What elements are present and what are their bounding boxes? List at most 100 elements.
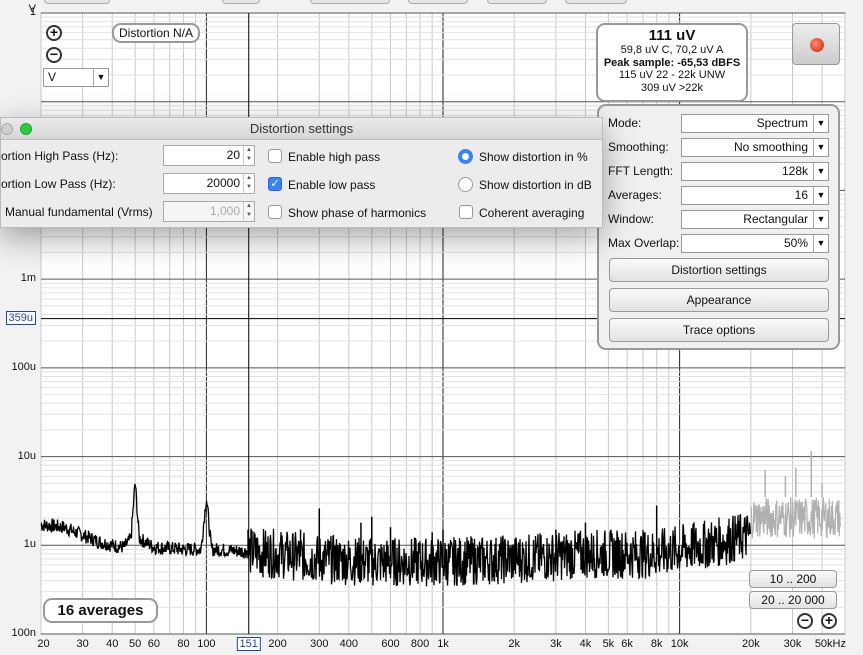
top-toolbar-button-3[interactable] (310, 0, 390, 4)
y-tick-label: 1u (23, 538, 36, 551)
fundamental-input[interactable]: 1,000 ▲ ▼ (163, 201, 255, 222)
range-20-20000-button[interactable]: 20 .. 20 000 (749, 591, 837, 609)
enable-low-pass-label: Enable low pass (288, 178, 376, 192)
x-tick-label: 100 (197, 638, 216, 650)
zoom-icon[interactable] (20, 123, 32, 135)
zoom-out-y-icon[interactable]: − (46, 47, 62, 63)
x-tick-label: 3k (550, 638, 562, 650)
y-tick-label: 100u (11, 360, 36, 373)
minimize-icon[interactable] (1, 123, 13, 135)
fundamental-value: 1,000 (209, 204, 240, 218)
x-tick-label: 80 (177, 638, 190, 650)
enable-high-pass-checkbox[interactable] (268, 149, 282, 163)
record-button[interactable] (792, 23, 840, 65)
max-overlap-value: 50% (783, 236, 808, 250)
chevron-down-icon: ▼ (813, 115, 828, 132)
window-row: Window: Rectangular ▼ (608, 210, 830, 229)
x-tick-label: 8k (650, 638, 663, 650)
show-phase-checkbox[interactable] (268, 205, 282, 219)
mode-value: Spectrum (756, 116, 808, 130)
chevron-down-icon: ▼ (813, 139, 828, 156)
fft-length-select[interactable]: 128k ▼ (681, 162, 829, 181)
top-toolbar-button-6[interactable] (565, 0, 627, 4)
zoom-in-y-icon[interactable]: + (46, 25, 62, 41)
low-pass-label: ortion Low Pass (Hz): (1, 177, 116, 191)
x-tick-label: 50 (129, 638, 142, 650)
top-toolbar-button-4[interactable] (408, 0, 468, 4)
high-pass-input[interactable]: 20 ▲ ▼ (163, 145, 255, 166)
averages-badge: 16 averages (43, 598, 158, 623)
top-toolbar-button-5[interactable] (487, 0, 547, 4)
smoothing-label: Smoothing: (608, 140, 669, 154)
y-tick-label: 10u (17, 449, 36, 462)
y-cursor-label: 359u (4, 310, 36, 325)
window-select[interactable]: Rectangular ▼ (681, 210, 829, 229)
x-tick-label: 30 (76, 638, 89, 650)
trace-options-button[interactable]: Trace options (609, 318, 829, 342)
x-tick-label: 20 (37, 638, 50, 650)
window-value: Rectangular (743, 212, 808, 226)
readout-line3: 115 uV 22 - 22k UNW (618, 69, 726, 81)
chevron-down-icon: ▼ (813, 163, 828, 180)
settings-panel: Mode: Spectrum ▼ Smoothing: No smoothing ▼… (597, 104, 840, 350)
top-toolbar-button-2[interactable] (222, 0, 260, 4)
mode-row: Mode: Spectrum ▼ (608, 114, 830, 133)
dialog-titlebar[interactable]: Distortion settings (1, 118, 602, 140)
top-toolbar-button-1[interactable] (44, 0, 110, 4)
x-tick-label: 60 (147, 638, 161, 650)
max-overlap-select[interactable]: 50% ▼ (681, 234, 829, 253)
distortion-settings-button[interactable]: Distortion settings (609, 258, 829, 282)
fundamental-label: Manual fundamental (Vrms) (5, 205, 153, 219)
mode-select[interactable]: Spectrum ▼ (681, 114, 829, 133)
stepper-icon[interactable]: ▲ ▼ (243, 146, 254, 165)
max-overlap-row: Max Overlap: 50% ▼ (608, 234, 830, 253)
coherent-averaging-checkbox[interactable] (459, 205, 473, 219)
averages-value: 16 (794, 188, 808, 202)
x-tick-label: 800 (410, 638, 430, 650)
averages-row: Averages: 16 ▼ (608, 186, 830, 205)
smoothing-select[interactable]: No smoothing ▼ (681, 138, 829, 157)
x-tick-label: 40 (106, 638, 119, 650)
readout-main: 111 uV (648, 27, 696, 44)
low-pass-input[interactable]: 20000 ▲ ▼ (163, 173, 255, 194)
x-tick-label: 600 (381, 638, 400, 650)
x-tick-label: 1k (437, 638, 449, 650)
enable-high-pass-label: Enable high pass (288, 150, 381, 164)
stepper-icon[interactable]: ▲ ▼ (243, 174, 254, 193)
low-pass-value: 20000 (206, 176, 240, 190)
x-tick-label: 10k (670, 638, 689, 650)
chevron-down-icon: ▼ (813, 235, 828, 252)
high-pass-value: 20 (226, 148, 240, 162)
y-tick-label: 1m (20, 272, 36, 285)
coherent-averaging-label: Coherent averaging (479, 206, 585, 220)
appearance-button[interactable]: Appearance (609, 288, 829, 312)
distortion-percent-label: Show distortion in % (479, 150, 588, 164)
high-pass-label: ortion High Pass (Hz): (1, 149, 119, 163)
x-tick-label: 5k (602, 638, 615, 650)
stepper-icon[interactable]: ▲ ▼ (243, 202, 254, 221)
unit-select[interactable]: V ▼ (43, 68, 109, 87)
averages-select[interactable]: 16 ▼ (681, 186, 829, 205)
zoom-in-x-icon[interactable]: + (821, 613, 837, 629)
mode-label: Mode: (608, 116, 642, 130)
distortion-db-radio[interactable] (458, 177, 473, 192)
range-10-200-button[interactable]: 10 .. 200 (749, 570, 837, 588)
distortion-badge: Distortion N/A (112, 23, 201, 43)
zoom-out-x-icon[interactable]: − (797, 613, 813, 629)
level-readout: 111 uV 59,8 uV C, 70,2 uV A Peak sample:… (596, 23, 748, 102)
dialog-title: Distortion settings (249, 121, 354, 136)
enable-low-pass-checkbox[interactable]: ✓ (268, 177, 282, 191)
unit-select-value: V (48, 70, 57, 84)
x-tick-label: 50kHz (814, 638, 846, 650)
x-tick-label: 20k (741, 638, 760, 650)
x-tick-label: 300 (310, 638, 329, 650)
fft-length-row: FFT Length: 128k ▼ (608, 162, 830, 181)
y-unit-label: V (28, 3, 36, 15)
distortion-percent-radio[interactable] (458, 149, 473, 164)
x-tick-label: 2k (508, 638, 521, 650)
x-tick-label: 30k (783, 638, 802, 650)
chevron-down-icon: ▼ (813, 211, 828, 228)
x-tick-label: 4k (579, 638, 592, 650)
show-phase-label: Show phase of harmonics (288, 206, 427, 220)
chevron-down-icon: ▼ (93, 69, 108, 86)
